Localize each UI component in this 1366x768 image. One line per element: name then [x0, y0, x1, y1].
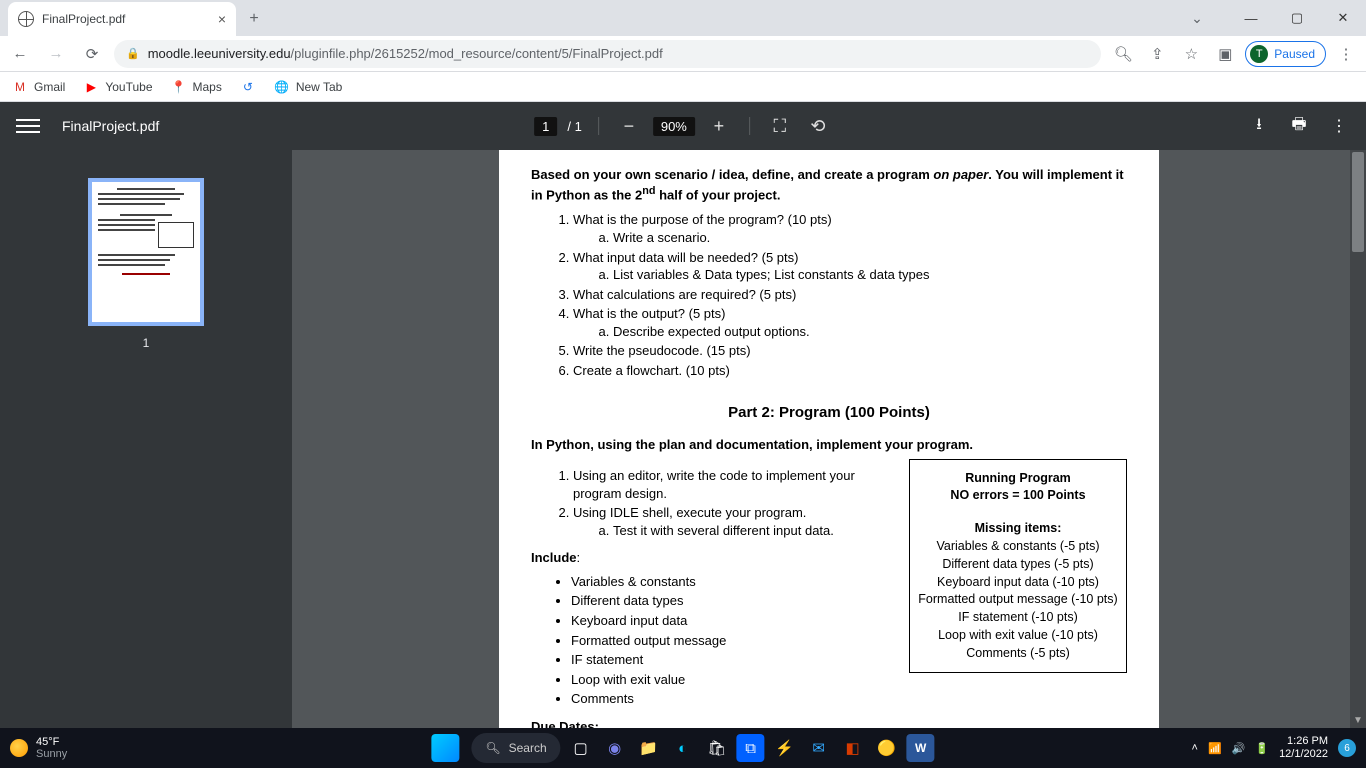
address-bar-actions: 🔍︎ ⇪ ☆ ▣ T Paused ⋮ — [1109, 40, 1360, 68]
back-button[interactable]: ← — [6, 40, 34, 68]
condition: Sunny — [36, 748, 67, 760]
taskbar-search[interactable]: 🔍︎Search — [471, 733, 560, 763]
page-sep: / 1 — [567, 119, 581, 134]
close-tab-icon[interactable]: × — [218, 11, 226, 27]
part1-list: What is the purpose of the program? (10 … — [531, 211, 1127, 379]
page-thumbnail[interactable] — [88, 178, 204, 326]
dropbox-icon[interactable]: ⧉ — [737, 734, 765, 762]
profile-paused-chip[interactable]: T Paused — [1245, 41, 1326, 67]
globe-icon: 🌐 — [274, 79, 290, 95]
address-bar: ← → ⟳ 🔒 moodle.leeuniversity.edu/pluginf… — [0, 36, 1366, 72]
pdf-title: FinalProject.pdf — [62, 118, 159, 134]
tray-chevron-icon[interactable]: ˄ — [1192, 742, 1198, 754]
close-window-button[interactable]: ✕ — [1320, 2, 1366, 34]
bookmark-youtube[interactable]: ▶YouTube — [83, 79, 152, 95]
taskbar-center: 🔍︎Search ▢ ◉ 📁 ◐ 🛍 ⧉ ⚡ ✉ ◧ 🟡 W — [431, 733, 934, 763]
file-explorer-icon[interactable]: 📁 — [635, 734, 663, 762]
maps-icon: 📍 — [171, 79, 187, 95]
bookmark-maps[interactable]: 📍Maps — [171, 79, 222, 95]
temperature: 45°F — [36, 736, 67, 748]
url-field[interactable]: 🔒 moodle.leeuniversity.edu/pluginfile.ph… — [114, 40, 1101, 68]
more-icon[interactable]: ⋮ — [1328, 115, 1350, 137]
app-icon[interactable]: ⚡ — [771, 734, 799, 762]
thumbnail-number: 1 — [143, 336, 150, 350]
part2-left: Using an editor, write the code to imple… — [531, 459, 893, 728]
mail-icon[interactable]: ✉ — [805, 734, 833, 762]
edge-icon[interactable]: ◐ — [669, 734, 697, 762]
tab-strip: FinalProject.pdf × + ⌄ — ▢ ✕ — [0, 0, 1366, 36]
bookmark-gmail[interactable]: MGmail — [12, 79, 65, 95]
wifi-icon[interactable]: 📶 — [1208, 742, 1222, 755]
scroll-thumb[interactable] — [1352, 152, 1364, 252]
reload-button[interactable]: ⟳ — [78, 40, 106, 68]
notification-badge[interactable]: 6 — [1338, 739, 1356, 757]
avatar: T — [1250, 45, 1268, 63]
kebab-menu-icon[interactable]: ⋮ — [1332, 40, 1360, 68]
zoom-out-button[interactable]: − — [615, 112, 643, 140]
maximize-button[interactable]: ▢ — [1274, 2, 1320, 34]
part2-intro: In Python, using the plan and documentat… — [531, 436, 1127, 454]
chrome-icon[interactable]: 🟡 — [873, 734, 901, 762]
pdf-page: Based on your own scenario / idea, defin… — [499, 150, 1159, 728]
window-controls: ⌄ — ▢ ✕ — [1174, 0, 1366, 36]
task-view-icon[interactable]: ▢ — [567, 734, 595, 762]
page-current[interactable]: 1 — [534, 117, 557, 136]
sun-icon — [10, 739, 28, 757]
battery-icon[interactable]: 🔋 — [1255, 742, 1269, 755]
include-list: Variables & constants Different data typ… — [531, 573, 893, 708]
tab-title: FinalProject.pdf — [42, 12, 210, 26]
rubric-box: Running Program NO errors = 100 Points M… — [909, 459, 1127, 673]
rotate-icon[interactable]: ⟲ — [804, 112, 832, 140]
weather-widget[interactable]: 45°F Sunny — [10, 736, 67, 760]
bookmark-history[interactable]: ↺ — [240, 79, 256, 95]
pdf-body: 1 Based on your own scenario / idea, def… — [0, 150, 1366, 728]
share-icon[interactable]: ⇪ — [1143, 40, 1171, 68]
pdf-toolbar-center: 1 / 1 − 90% + ⛶ ⟲ — [534, 112, 832, 140]
taskbar: 45°F Sunny 🔍︎Search ▢ ◉ 📁 ◐ 🛍 ⧉ ⚡ ✉ ◧ 🟡 … — [0, 728, 1366, 768]
bookmark-newtab[interactable]: 🌐New Tab — [274, 79, 342, 95]
word-icon[interactable]: W — [907, 734, 935, 762]
history-icon: ↺ — [240, 79, 256, 95]
vertical-scrollbar[interactable]: ▲ ▼ — [1350, 150, 1366, 728]
teams-icon[interactable]: ◉ — [601, 734, 629, 762]
pdf-toolbar: FinalProject.pdf 1 / 1 − 90% + ⛶ ⟲ ⭳ 🖶 ⋮ — [0, 102, 1366, 150]
pdf-toolbar-right: ⭳ 🖶 ⋮ — [1248, 115, 1350, 137]
scroll-down-icon[interactable]: ▼ — [1350, 712, 1366, 728]
new-tab-button[interactable]: + — [240, 5, 268, 33]
url-path: /pluginfile.php/2615252/mod_resource/con… — [291, 46, 663, 61]
lock-icon: 🔒 — [126, 47, 140, 60]
intro-text: Based on your own scenario / idea, defin… — [531, 166, 1127, 203]
download-icon[interactable]: ⭳ — [1248, 115, 1270, 137]
search-icon: 🔍︎ — [485, 741, 500, 755]
globe-icon — [18, 11, 34, 27]
office-icon[interactable]: ◧ — [839, 734, 867, 762]
zoom-in-button[interactable]: + — [705, 112, 733, 140]
clock[interactable]: 1:26 PM 12/1/2022 — [1279, 735, 1328, 761]
url-domain: moodle.leeuniversity.edu — [148, 46, 291, 61]
store-icon[interactable]: 🛍 — [703, 734, 731, 762]
gmail-icon: M — [12, 79, 28, 95]
taskbar-right: ˄ 📶 🔊 🔋 1:26 PM 12/1/2022 6 — [1192, 735, 1356, 761]
bookmark-star-icon[interactable]: ☆ — [1177, 40, 1205, 68]
tab-overflow-icon[interactable]: ⌄ — [1174, 2, 1220, 34]
side-panel-icon[interactable]: ▣ — [1211, 40, 1239, 68]
search-icon[interactable]: 🔍︎ — [1109, 40, 1137, 68]
browser-tab[interactable]: FinalProject.pdf × — [8, 2, 236, 36]
print-icon[interactable]: 🖶 — [1288, 115, 1310, 137]
part2-heading: Part 2: Program (100 Points) — [531, 403, 1127, 423]
start-button[interactable] — [431, 734, 459, 762]
bookmarks-bar: MGmail ▶YouTube 📍Maps ↺ 🌐New Tab — [0, 72, 1366, 102]
forward-button[interactable]: → — [42, 40, 70, 68]
hamburger-icon[interactable] — [16, 114, 40, 138]
fit-page-icon[interactable]: ⛶ — [766, 112, 794, 140]
youtube-icon: ▶ — [83, 79, 99, 95]
volume-icon[interactable]: 🔊 — [1232, 742, 1246, 755]
minimize-button[interactable]: — — [1228, 2, 1274, 34]
zoom-level[interactable]: 90% — [653, 117, 695, 136]
paused-label: Paused — [1274, 47, 1315, 61]
page-area: Based on your own scenario / idea, defin… — [292, 150, 1366, 728]
thumbnail-pane: 1 — [0, 150, 292, 728]
